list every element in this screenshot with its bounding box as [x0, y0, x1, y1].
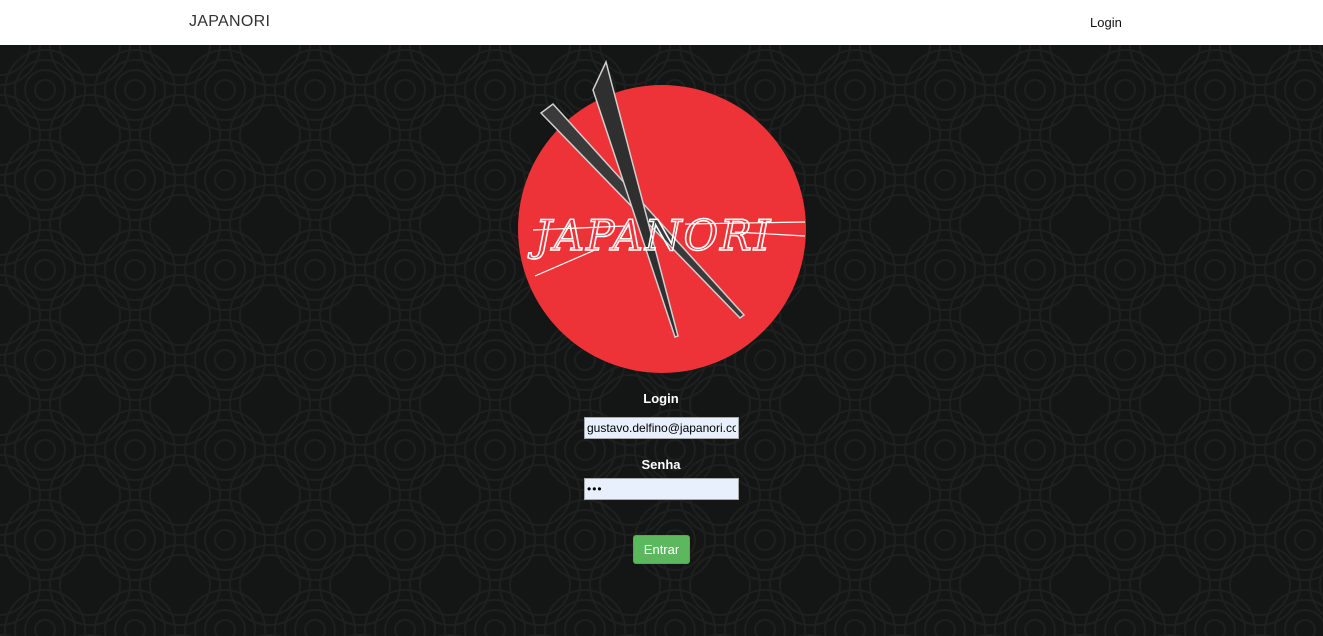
- submit-button[interactable]: Entrar: [633, 535, 690, 564]
- logo-text: JAPANORI: [527, 211, 772, 260]
- brand-link[interactable]: JAPANORI: [189, 13, 270, 31]
- nav-login-link[interactable]: Login: [1090, 15, 1122, 30]
- japanori-logo: JAPANORI: [518, 60, 806, 373]
- password-input[interactable]: [584, 478, 739, 500]
- login-input[interactable]: [584, 417, 739, 439]
- login-label: Login: [643, 391, 679, 406]
- login-section: JAPANORI Login Senha Entrar: [0, 45, 1323, 636]
- password-label: Senha: [641, 457, 681, 472]
- top-navbar: JAPANORI Login: [0, 0, 1323, 45]
